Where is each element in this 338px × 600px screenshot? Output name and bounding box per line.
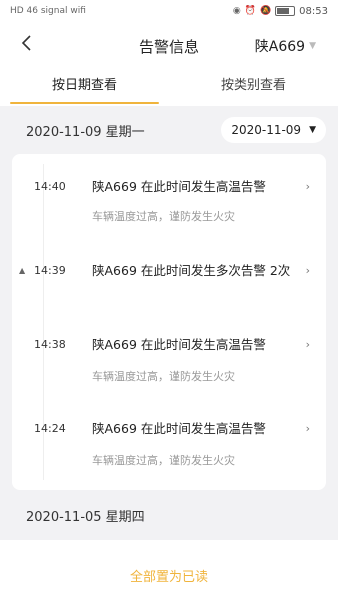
status-time: 08:53 [299, 5, 328, 17]
chevron-right-icon[interactable]: › [306, 180, 310, 193]
plate-selector[interactable]: 陕A669 ▼ [255, 36, 316, 56]
entry-time: 14:40 [34, 180, 66, 193]
chevron-down-icon: ▼ [309, 41, 316, 51]
chevron-right-icon[interactable]: › [306, 422, 310, 435]
view-tabs: 按日期查看 按类别查看 [0, 70, 338, 106]
list-item[interactable]: 14:24 陕A669 在此时间发生高温告警 车辆温度过高，谨防发生火灾 › [12, 421, 326, 482]
date-picker[interactable]: 2020-11-09 ▼ [221, 117, 326, 143]
chevron-right-icon[interactable]: › [306, 264, 310, 277]
plate-label: 陕A669 [254, 39, 306, 55]
entry-title: 陕A669 在此时间发生高温告警 [92, 179, 266, 194]
date-group-label: 2020-11-09 星期一 [26, 124, 145, 140]
chevron-right-icon[interactable]: › [306, 338, 310, 351]
alarm-icon: ⏰ [244, 6, 256, 16]
mute-icon: 🔕 [259, 6, 272, 16]
date-group-label-2: 2020-11-05 星期四 [26, 510, 145, 525]
list-item[interactable]: 14:38 陕A669 在此时间发生高温告警 车辆温度过高，谨防发生火灾 › [12, 337, 326, 398]
tab-by-category[interactable]: 按类别查看 [169, 70, 338, 106]
bottom-action-bar: 全部置为已读 [0, 540, 338, 600]
entry-title: 陕A669 在此时间发生高温告警 [92, 337, 266, 352]
entry-time: 14:38 [34, 338, 66, 351]
list-item[interactable]: ▲ 14:39 陕A669 在此时间发生多次告警 2次 › [12, 263, 326, 314]
entry-time: 14:39 [34, 264, 66, 277]
status-left-icons: HD 46 signal wifi [10, 6, 86, 16]
collapse-up-icon[interactable]: ▲ [19, 266, 25, 275]
tab-by-date[interactable]: 按日期查看 [0, 70, 169, 106]
status-bar: HD 46 signal wifi ◉ ⏰ 🔕 08:53 [0, 0, 338, 22]
dropdown-triangle-icon: ▼ [309, 125, 316, 135]
entry-desc: 车辆温度过高，谨防发生火灾 [92, 370, 235, 383]
top-bar: 告警信息 陕A669 ▼ [0, 22, 338, 70]
mark-all-read-button[interactable]: 全部置为已读 [0, 566, 338, 585]
entry-time: 14:24 [34, 422, 66, 435]
entry-title: 陕A669 在此时间发生多次告警 2次 [92, 263, 291, 278]
network-status-icon: HD 46 signal wifi [10, 6, 86, 16]
battery-icon [275, 6, 296, 16]
entry-title: 陕A669 在此时间发生高温告警 [92, 421, 266, 436]
alert-list-card: 14:40 陕A669 在此时间发生高温告警 车辆温度过高，谨防发生火灾 › ▲… [12, 154, 326, 490]
eye-icon: ◉ [232, 6, 241, 16]
date-group-header: 2020-11-09 星期一 2020-11-09 ▼ [0, 112, 338, 148]
entry-desc: 车辆温度过高，谨防发生火灾 [92, 210, 235, 223]
entry-desc: 车辆温度过高，谨防发生火灾 [92, 454, 235, 467]
date-picker-value: 2020-11-09 [231, 123, 302, 137]
list-item[interactable]: 14:40 陕A669 在此时间发生高温告警 车辆温度过高，谨防发生火灾 › [12, 179, 326, 240]
